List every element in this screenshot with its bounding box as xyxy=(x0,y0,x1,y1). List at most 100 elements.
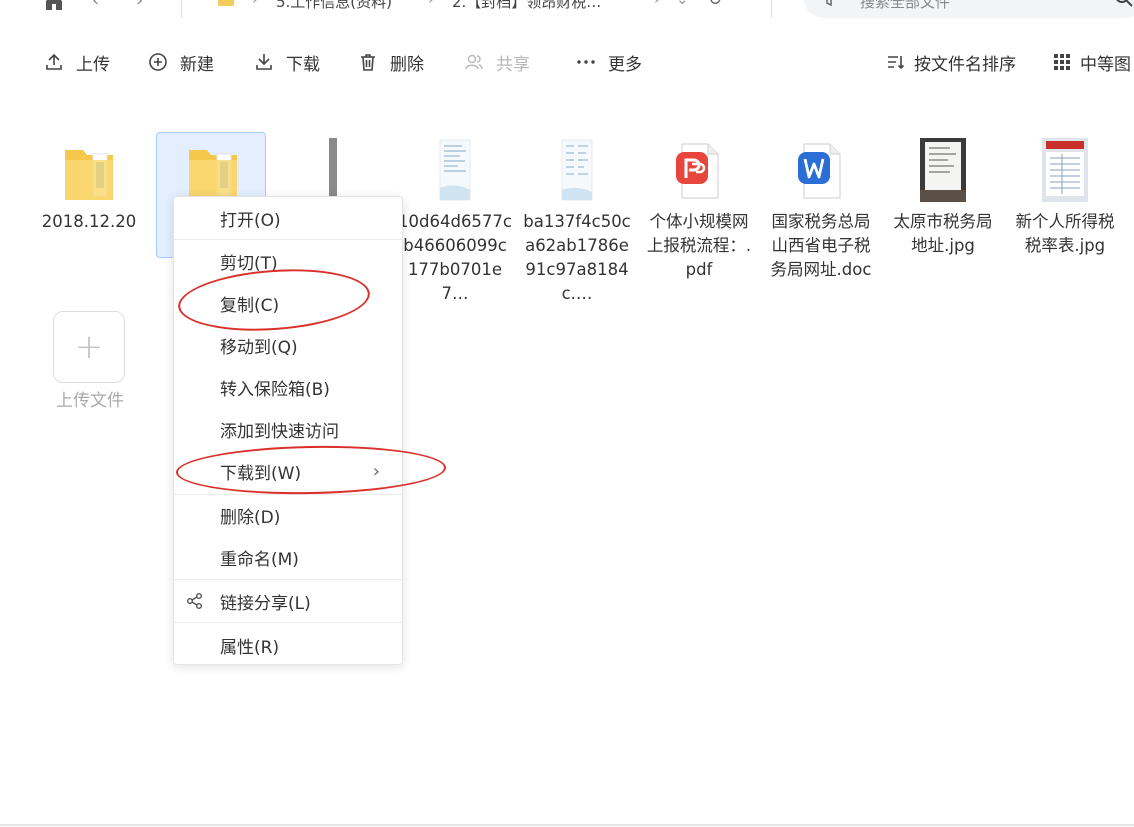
menu-item-label: 删除(D) xyxy=(220,507,281,528)
menu-item-label: 转入保险箱(B) xyxy=(220,379,330,400)
menu-item-label: 打开(O) xyxy=(220,210,281,231)
context-menu: 打开(O) 剪切(T) 复制(C) 移动到(Q) 转入保险箱(B) 添加到快速访… xyxy=(173,196,403,665)
file-item[interactable]: 国家税务总局山西省电子税务局网址.doc xyxy=(764,132,878,310)
forward-icon[interactable]: › xyxy=(136,0,143,11)
menu-item-add-quick-access[interactable]: 添加到快速访问 xyxy=(174,410,402,448)
menu-item-move-to[interactable]: 移动到(Q) xyxy=(174,326,402,364)
new-label: 新建 xyxy=(180,54,214,75)
more-button[interactable]: 更多 xyxy=(576,50,642,75)
share-label: 共享 xyxy=(496,54,530,75)
grid-icon xyxy=(1054,54,1070,70)
search-placeholder: 搜索全部文件 xyxy=(860,0,951,11)
delete-label: 删除 xyxy=(390,54,424,75)
add-circle-icon xyxy=(149,53,167,71)
divider xyxy=(181,0,182,18)
file-item[interactable]: 太原市税务局地址.jpg xyxy=(886,132,1000,310)
menu-item-label: 下载到(W) xyxy=(220,463,302,484)
new-button[interactable]: 新建 xyxy=(148,50,214,75)
file-item[interactable]: 个体小规模网上报税流程：.pdf xyxy=(642,132,756,310)
filter-icon[interactable] xyxy=(820,0,838,8)
view-label: 中等图 xyxy=(1080,54,1131,75)
image-thumbnail-icon xyxy=(432,138,478,202)
address-bar: ‹ › › 5.工作信息(资料) › 2.【封档】领昂财税… › ⌄ ↻ 搜索全… xyxy=(0,0,1134,20)
divider xyxy=(771,0,772,18)
menu-item-rename[interactable]: 重命名(M) xyxy=(174,538,402,576)
file-name: ba137f4c50ca62ab1786e91c97a8184c.… xyxy=(523,212,631,303)
toolbar: 上传 新建 下载 删除 共享 更多 按文件名排序 中等图 xyxy=(0,42,1134,82)
upload-label: 上传 xyxy=(76,54,110,75)
menu-item-label: 属性(R) xyxy=(220,637,280,658)
breadcrumb-item[interactable]: 2.【封档】领昂财税… xyxy=(452,0,601,12)
plus-icon: + xyxy=(74,327,104,367)
image-thumbnail-icon xyxy=(1042,138,1088,202)
menu-item-download-to[interactable]: 下载到(W) › xyxy=(174,452,402,490)
image-thumbnail-icon xyxy=(554,138,600,202)
download-button[interactable]: 下载 xyxy=(254,50,320,75)
back-icon[interactable]: ‹ xyxy=(92,0,99,11)
share-button[interactable]: 共享 xyxy=(464,50,530,75)
file-name: 新个人所得税税率表.jpg xyxy=(1015,212,1115,255)
file-item[interactable]: ba137f4c50ca62ab1786e91c97a8184c.… xyxy=(520,132,634,310)
download-icon xyxy=(256,54,272,70)
sort-button[interactable]: 按文件名排序 xyxy=(886,50,1016,75)
refresh-icon[interactable]: ↻ xyxy=(708,0,722,10)
file-name: 国家税务总局山西省电子税务局网址.doc xyxy=(770,212,872,279)
file-name: 太原市税务局地址.jpg xyxy=(893,212,993,255)
menu-divider xyxy=(174,579,402,580)
upload-button[interactable]: 上传 xyxy=(44,50,110,75)
menu-item-cut[interactable]: 剪切(T) xyxy=(174,242,402,280)
folder-icon xyxy=(218,0,234,6)
menu-item-properties[interactable]: 属性(R) xyxy=(174,626,402,664)
file-item[interactable]: 10d64d6577cb46606099c177b0701e7… xyxy=(398,132,512,310)
upload-file-tile[interactable]: + xyxy=(53,311,125,383)
search-input[interactable]: 搜索全部文件 xyxy=(804,0,1134,18)
folder-icon xyxy=(189,150,237,200)
menu-item-label: 链接分享(L) xyxy=(220,593,311,614)
folder-icon xyxy=(65,150,113,200)
menu-item-label: 移动到(Q) xyxy=(220,337,298,358)
home-icon[interactable] xyxy=(44,0,64,12)
file-item[interactable]: 新个人所得税税率表.jpg xyxy=(1008,132,1122,310)
folder-item[interactable]: 2018.12.20 xyxy=(32,132,146,310)
menu-item-open[interactable]: 打开(O) xyxy=(174,199,402,237)
word-file-icon xyxy=(798,138,844,202)
chevron-right-icon: › xyxy=(252,0,258,8)
upload-icon xyxy=(46,53,62,70)
chevron-right-icon: › xyxy=(428,0,434,8)
share-icon xyxy=(187,593,202,609)
file-manager-window: ‹ › › 5.工作信息(资料) › 2.【封档】领昂财税… › ⌄ ↻ 搜索全… xyxy=(0,0,1134,827)
menu-divider xyxy=(174,622,402,623)
sort-icon xyxy=(888,56,905,70)
file-name: 个体小规模网上报税流程：.pdf xyxy=(646,212,752,279)
search-icon[interactable] xyxy=(1114,0,1134,8)
upload-file-label: 上传文件 xyxy=(56,391,124,411)
trash-icon xyxy=(361,54,375,71)
menu-item-move-to-vault[interactable]: 转入保险箱(B) xyxy=(174,368,402,406)
menu-item-label: 添加到快速访问 xyxy=(220,421,339,442)
users-icon xyxy=(465,54,483,70)
delete-button[interactable]: 删除 xyxy=(358,50,424,75)
image-thumbnail-icon xyxy=(920,138,966,202)
pdf-file-icon xyxy=(676,138,722,202)
more-dots-icon xyxy=(577,60,595,64)
menu-item-label: 重命名(M) xyxy=(220,549,299,570)
view-mode-button[interactable]: 中等图 xyxy=(1052,50,1131,75)
menu-item-label: 复制(C) xyxy=(220,295,280,316)
menu-item-link-share[interactable]: 链接分享(L) xyxy=(174,582,402,620)
breadcrumb-item[interactable]: 5.工作信息(资料) xyxy=(276,0,392,12)
download-label: 下载 xyxy=(286,54,320,75)
divider xyxy=(0,824,1134,826)
menu-divider xyxy=(174,494,402,495)
chevron-right-icon: › xyxy=(654,0,660,8)
chevron-right-icon: › xyxy=(372,461,380,482)
sort-label: 按文件名排序 xyxy=(914,54,1016,75)
more-label: 更多 xyxy=(608,54,642,75)
file-name: 10d64d6577cb46606099c177b0701e7… xyxy=(398,212,513,303)
menu-item-label: 剪切(T) xyxy=(220,253,278,274)
image-thumbnail-icon xyxy=(329,138,337,202)
menu-divider xyxy=(174,239,402,240)
menu-item-copy[interactable]: 复制(C) xyxy=(174,284,402,322)
menu-item-delete[interactable]: 删除(D) xyxy=(174,496,402,534)
chevron-down-icon[interactable]: ⌄ xyxy=(676,0,689,8)
file-name: 2018.12.20 xyxy=(41,212,137,231)
